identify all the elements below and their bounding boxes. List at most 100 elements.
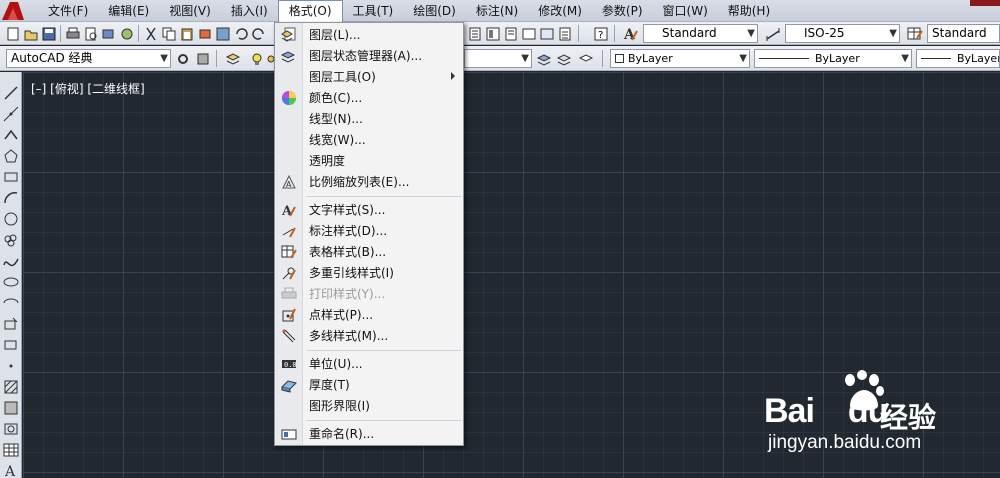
construction-line-icon[interactable] (2, 105, 20, 123)
workspace-settings-icon[interactable] (174, 50, 191, 67)
markup-icon[interactable] (538, 25, 555, 42)
region-icon[interactable] (2, 420, 20, 438)
workspace-save-icon[interactable] (194, 50, 211, 67)
print-icon[interactable] (64, 25, 81, 42)
menu-item-lineweight[interactable]: 线宽(W)... (275, 130, 463, 150)
point-icon[interactable] (2, 357, 20, 375)
menu-parametric[interactable]: 参数(P) (592, 0, 653, 22)
print-preview-icon[interactable] (82, 25, 99, 42)
menu-separator (307, 420, 461, 421)
menu-item-label: 比例缩放列表(E)... (309, 175, 410, 189)
menu-window[interactable]: 窗口(W) (653, 0, 718, 22)
quickcalc-icon[interactable] (556, 25, 573, 42)
make-block-icon[interactable] (2, 336, 20, 354)
menu-item-label: 颜色(C)... (309, 91, 363, 105)
menu-item-label: 多重引线样式(I) (309, 266, 394, 280)
multiline-text-icon[interactable]: A (2, 461, 20, 478)
match-properties-icon[interactable] (196, 25, 213, 42)
menu-tools[interactable]: 工具(T) (343, 0, 404, 22)
insert-block-icon[interactable] (2, 315, 20, 333)
menu-insert[interactable]: 插入(I) (221, 0, 278, 22)
ellipse-arc-icon[interactable] (2, 294, 20, 312)
menu-modify[interactable]: 修改(M) (528, 0, 592, 22)
menu-item-text-style[interactable]: A 文字样式(S)... (275, 200, 463, 220)
text-style-select[interactable]: Standard ▼ (643, 24, 758, 43)
rectangle-icon[interactable] (2, 168, 20, 186)
menu-edit[interactable]: 编辑(E) (98, 0, 159, 22)
menu-item-color[interactable]: 颜色(C)... (275, 88, 463, 108)
save-icon[interactable] (40, 25, 57, 42)
undo-icon[interactable] (232, 25, 249, 42)
menu-items: 文件(F) 编辑(E) 视图(V) 插入(I) 格式(O) 工具(T) 绘图(D… (38, 0, 780, 22)
3d-dwf-icon[interactable] (118, 25, 135, 42)
sheet-set-icon[interactable] (520, 25, 537, 42)
hatch-icon[interactable] (2, 378, 20, 396)
color-value: ByLayer (628, 52, 673, 65)
menu-view[interactable]: 视图(V) (159, 0, 221, 22)
publish-icon[interactable] (100, 25, 117, 42)
polygon-icon[interactable] (2, 147, 20, 165)
menu-item-linetype[interactable]: 线型(N)... (275, 109, 463, 129)
arc-icon[interactable] (2, 189, 20, 207)
menu-item-units[interactable]: 0.0 单位(U)... (275, 354, 463, 374)
menu-item-layer[interactable]: 图层(L)... (275, 25, 463, 45)
gradient-icon[interactable] (2, 399, 20, 417)
layer-state-icon[interactable] (578, 50, 595, 67)
open-file-icon[interactable] (22, 25, 39, 42)
circle-icon[interactable] (2, 210, 20, 228)
thickness-icon (280, 376, 298, 394)
dimension-style-select[interactable]: ISO-25 ▼ (785, 24, 900, 43)
mline-style-icon (280, 327, 298, 345)
menu-item-multileader-style[interactable]: 多重引线样式(I) (275, 263, 463, 283)
menu-format[interactable]: 格式(O) (277, 0, 343, 22)
menu-item-drawing-limits[interactable]: 图形界限(I) (275, 396, 463, 416)
menu-item-scale-list[interactable]: A 比例缩放列表(E)... (275, 172, 463, 192)
layer-select[interactable]: ▼ (464, 49, 532, 68)
make-current-layer-icon[interactable] (536, 50, 553, 67)
menu-item-label: 线宽(W)... (309, 133, 366, 147)
menu-dimension[interactable]: 标注(N) (466, 0, 528, 22)
properties-icon[interactable] (466, 25, 483, 42)
autocad-logo-icon[interactable] (0, 0, 26, 22)
menu-help[interactable]: 帮助(H) (718, 0, 780, 22)
menu-item-layer-tools[interactable]: 图层工具(O) (275, 67, 463, 87)
table-style-select[interactable]: Standard (927, 24, 1000, 43)
copy-icon[interactable] (160, 25, 177, 42)
menu-item-transparency[interactable]: 透明度 (275, 151, 463, 171)
color-select[interactable]: ByLayer ▼ (610, 49, 750, 68)
spline-icon[interactable] (2, 252, 20, 270)
linetype-select[interactable]: ByLayer ▼ (754, 49, 912, 68)
ellipse-icon[interactable] (2, 273, 20, 291)
layer-properties-icon[interactable] (224, 50, 241, 67)
menu-draw[interactable]: 绘图(D) (403, 0, 466, 22)
tool-palettes-icon[interactable] (502, 25, 519, 42)
table-icon[interactable] (2, 441, 20, 459)
table-style-icon[interactable] (906, 25, 923, 42)
dimension-style-icon[interactable] (764, 25, 781, 42)
workspace-select[interactable]: AutoCAD 经典 ▼ (6, 49, 171, 68)
menu-item-rename[interactable]: 重命名(R)... (275, 424, 463, 444)
paste-icon[interactable] (178, 25, 195, 42)
cut-icon[interactable] (142, 25, 159, 42)
layer-previous-icon[interactable] (556, 50, 573, 67)
help-icon[interactable]: ? (592, 25, 609, 42)
rename-icon (280, 425, 298, 443)
menu-item-table-style[interactable]: 表格样式(B)... (275, 242, 463, 262)
text-style-icon[interactable]: A (622, 25, 639, 42)
menu-item-multiline-style[interactable]: 多线样式(M)... (275, 326, 463, 346)
block-editor-icon[interactable] (214, 25, 231, 42)
design-center-icon[interactable] (484, 25, 501, 42)
menu-item-thickness[interactable]: 厚度(T) (275, 375, 463, 395)
line-tool-icon[interactable] (2, 84, 20, 102)
revision-cloud-icon[interactable] (2, 231, 20, 249)
menu-item-point-style[interactable]: 点样式(P)... (275, 305, 463, 325)
polyline-icon[interactable] (2, 126, 20, 144)
new-file-icon[interactable] (4, 25, 21, 42)
viewport-controls-label[interactable]: [–] [俯视] [二维线框] (31, 80, 145, 97)
format-menu-dropdown: 图层(L)... 图层状态管理器(A)... 图层工具(O) 颜色(C)... … (274, 22, 464, 446)
menu-item-dimension-style[interactable]: 标注样式(D)... (275, 221, 463, 241)
lineweight-select[interactable]: ByLayer (916, 49, 1000, 68)
menu-item-layer-state-manager[interactable]: 图层状态管理器(A)... (275, 46, 463, 66)
menu-file[interactable]: 文件(F) (38, 0, 98, 22)
redo-icon[interactable] (250, 25, 267, 42)
